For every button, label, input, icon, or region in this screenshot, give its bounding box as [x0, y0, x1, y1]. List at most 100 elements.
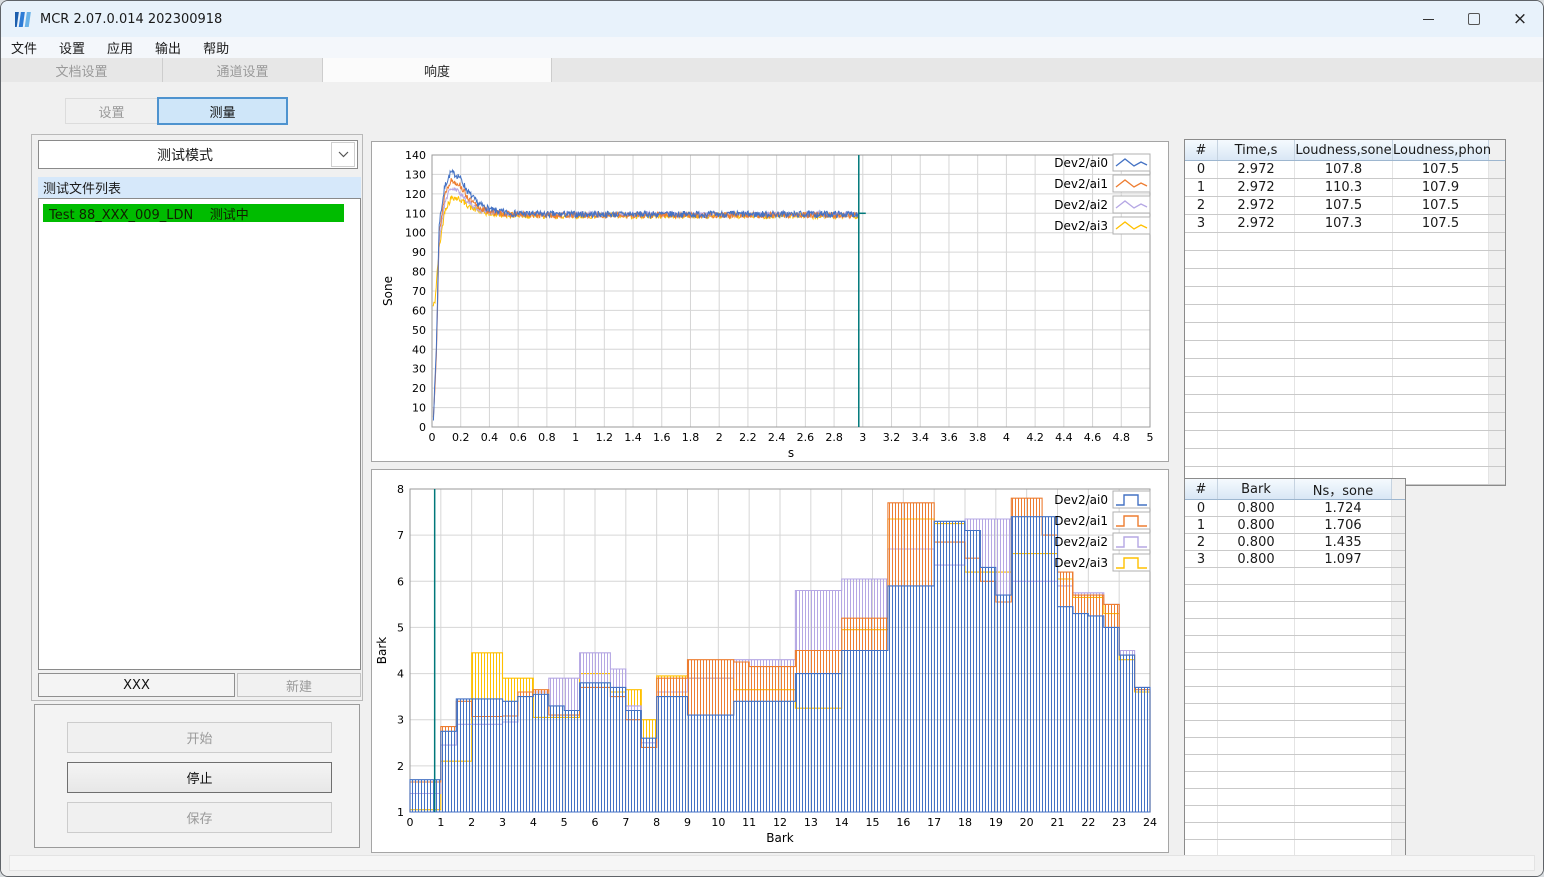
table-row[interactable]: 0 2.972 107.8 107.5: [1185, 160, 1505, 179]
table-row[interactable]: [1185, 839, 1405, 857]
save-button[interactable]: 保存: [67, 802, 332, 833]
table-row[interactable]: [1185, 737, 1405, 755]
svg-text:11: 11: [742, 816, 756, 829]
table-row[interactable]: [1185, 822, 1405, 840]
table-row[interactable]: [1185, 394, 1505, 413]
column-header[interactable]: Loudness,sone: [1294, 140, 1393, 161]
legend-entry-Dev2-ai1[interactable]: Dev2/ai1: [1054, 174, 1151, 193]
table-row[interactable]: [1185, 771, 1405, 789]
measure-subtab-button[interactable]: 测量: [157, 97, 288, 125]
tab-document-settings[interactable]: 文档设置: [1, 58, 163, 82]
menu-settings[interactable]: 设置: [48, 37, 96, 58]
table-row[interactable]: [1185, 286, 1505, 305]
table-row[interactable]: [1185, 601, 1405, 619]
table-cell: [1294, 584, 1392, 602]
table-row[interactable]: [1185, 618, 1405, 636]
bark-results-table: # Bark Ns，sone 0 0.800 1.724 1 0.800 1.706 2 0.800…: [1184, 478, 1406, 858]
svg-text:2: 2: [716, 431, 723, 444]
table-row[interactable]: [1185, 754, 1405, 772]
table-row[interactable]: [1185, 788, 1405, 806]
table-row[interactable]: [1185, 340, 1505, 359]
legend-entry-Dev2-ai2[interactable]: Dev2/ai2: [1054, 195, 1151, 214]
tab-loudness[interactable]: 响度: [323, 58, 552, 82]
table-row[interactable]: 3 2.972 107.3 107.5: [1185, 214, 1505, 233]
table-row[interactable]: [1185, 669, 1405, 687]
table-cell: [1294, 703, 1392, 721]
table-row[interactable]: [1185, 250, 1505, 269]
table-row[interactable]: [1185, 304, 1505, 323]
table-row[interactable]: 3 0.800 1.097: [1185, 550, 1405, 568]
menu-file[interactable]: 文件: [11, 37, 48, 58]
table-row[interactable]: 0 0.800 1.724: [1185, 499, 1405, 517]
chevron-down-icon[interactable]: [331, 142, 355, 167]
table-row[interactable]: [1185, 448, 1505, 467]
menu-output[interactable]: 输出: [144, 37, 192, 58]
table-cell: [1294, 376, 1393, 395]
close-button[interactable]: ×: [1497, 1, 1543, 37]
table-cell: [1392, 430, 1489, 449]
table-row[interactable]: [1185, 430, 1505, 449]
column-header[interactable]: Loudness,phon: [1392, 140, 1491, 161]
loudness-time-chart[interactable]: 0 0.2 0.4 0.6 0.8 1 1.2 1.4 1.6 1.8 2 2.2 2.4 2.6 2.8 3…: [372, 142, 1168, 461]
legend-entry-Dev2-ai3[interactable]: Dev2/ai3: [1054, 553, 1151, 572]
table-row[interactable]: [1185, 652, 1405, 670]
table-row[interactable]: [1185, 376, 1505, 395]
legend-entry-Dev2-ai1[interactable]: Dev2/ai1: [1054, 511, 1151, 530]
test-mode-select[interactable]: 测试模式: [38, 140, 358, 169]
table-row[interactable]: [1185, 584, 1405, 602]
filler-cell: [1488, 394, 1505, 413]
legend-entry-Dev2-ai0[interactable]: Dev2/ai0: [1054, 490, 1151, 509]
menu-application[interactable]: 应用: [96, 37, 144, 58]
column-header[interactable]: Ns，sone: [1294, 479, 1392, 500]
column-header[interactable]: #: [1185, 479, 1218, 500]
table-row[interactable]: 2 0.800 1.435: [1185, 533, 1405, 551]
column-header[interactable]: Bark: [1217, 479, 1295, 500]
table-row[interactable]: 1 2.972 110.3 107.9: [1185, 178, 1505, 197]
svg-text:2.6: 2.6: [797, 431, 815, 444]
table-row[interactable]: [1185, 322, 1505, 341]
table-row[interactable]: [1185, 703, 1405, 721]
svg-text:1.8: 1.8: [682, 431, 700, 444]
svg-text:120: 120: [405, 188, 426, 201]
svg-text:3: 3: [397, 714, 404, 727]
minimize-button[interactable]: [1405, 1, 1451, 37]
legend-entry-Dev2-ai3[interactable]: Dev2/ai3: [1054, 216, 1151, 235]
svg-text:Dev2/ai3: Dev2/ai3: [1054, 219, 1108, 233]
test-file-list[interactable]: Test 88_XXX_009_LDN 测试中: [38, 198, 361, 670]
table-row[interactable]: [1185, 567, 1405, 585]
column-header[interactable]: Time,s: [1217, 140, 1295, 161]
svg-text:10: 10: [412, 402, 426, 415]
list-item-test-file[interactable]: Test 88_XXX_009_LDN 测试中: [43, 204, 344, 223]
start-button[interactable]: 开始: [67, 722, 332, 753]
table-row[interactable]: [1185, 412, 1505, 431]
table-row[interactable]: 1 0.800 1.706: [1185, 516, 1405, 534]
table-row[interactable]: [1185, 720, 1405, 738]
column-header[interactable]: #: [1185, 140, 1218, 161]
table-cell: [1185, 232, 1218, 251]
table-cell: [1392, 250, 1489, 269]
xxx-button[interactable]: XXX: [38, 673, 235, 697]
table-row[interactable]: 2 2.972 107.5 107.5: [1185, 196, 1505, 215]
settings-subtab-button[interactable]: 设置: [65, 98, 158, 124]
maximize-button[interactable]: [1451, 1, 1497, 37]
new-button[interactable]: 新建: [237, 673, 361, 697]
stop-button[interactable]: 停止: [67, 762, 332, 793]
table-cell: [1294, 788, 1392, 806]
table-row[interactable]: [1185, 686, 1405, 704]
table-cell: [1294, 430, 1393, 449]
legend-entry-Dev2-ai2[interactable]: Dev2/ai2: [1054, 532, 1151, 551]
table-row[interactable]: [1185, 232, 1505, 251]
table-row[interactable]: [1185, 268, 1505, 287]
specific-loudness-chart[interactable]: 0 1 2 3 4 5 6 7 8 9 10 11 12 13 14 15 16 17 18 19 20 21 22 23 24…: [372, 470, 1168, 852]
table-row[interactable]: [1185, 358, 1505, 377]
svg-text:7: 7: [397, 529, 404, 542]
table-cell: [1294, 618, 1392, 636]
table-row[interactable]: [1185, 805, 1405, 823]
control-box: 开始 停止 保存: [34, 704, 360, 848]
tab-channel-settings[interactable]: 通道设置: [163, 58, 323, 82]
table-cell: 1.097: [1294, 550, 1392, 568]
legend-entry-Dev2-ai0[interactable]: Dev2/ai0: [1054, 153, 1151, 172]
menu-help[interactable]: 帮助: [192, 37, 240, 58]
svg-text:70: 70: [412, 285, 426, 298]
table-row[interactable]: [1185, 635, 1405, 653]
